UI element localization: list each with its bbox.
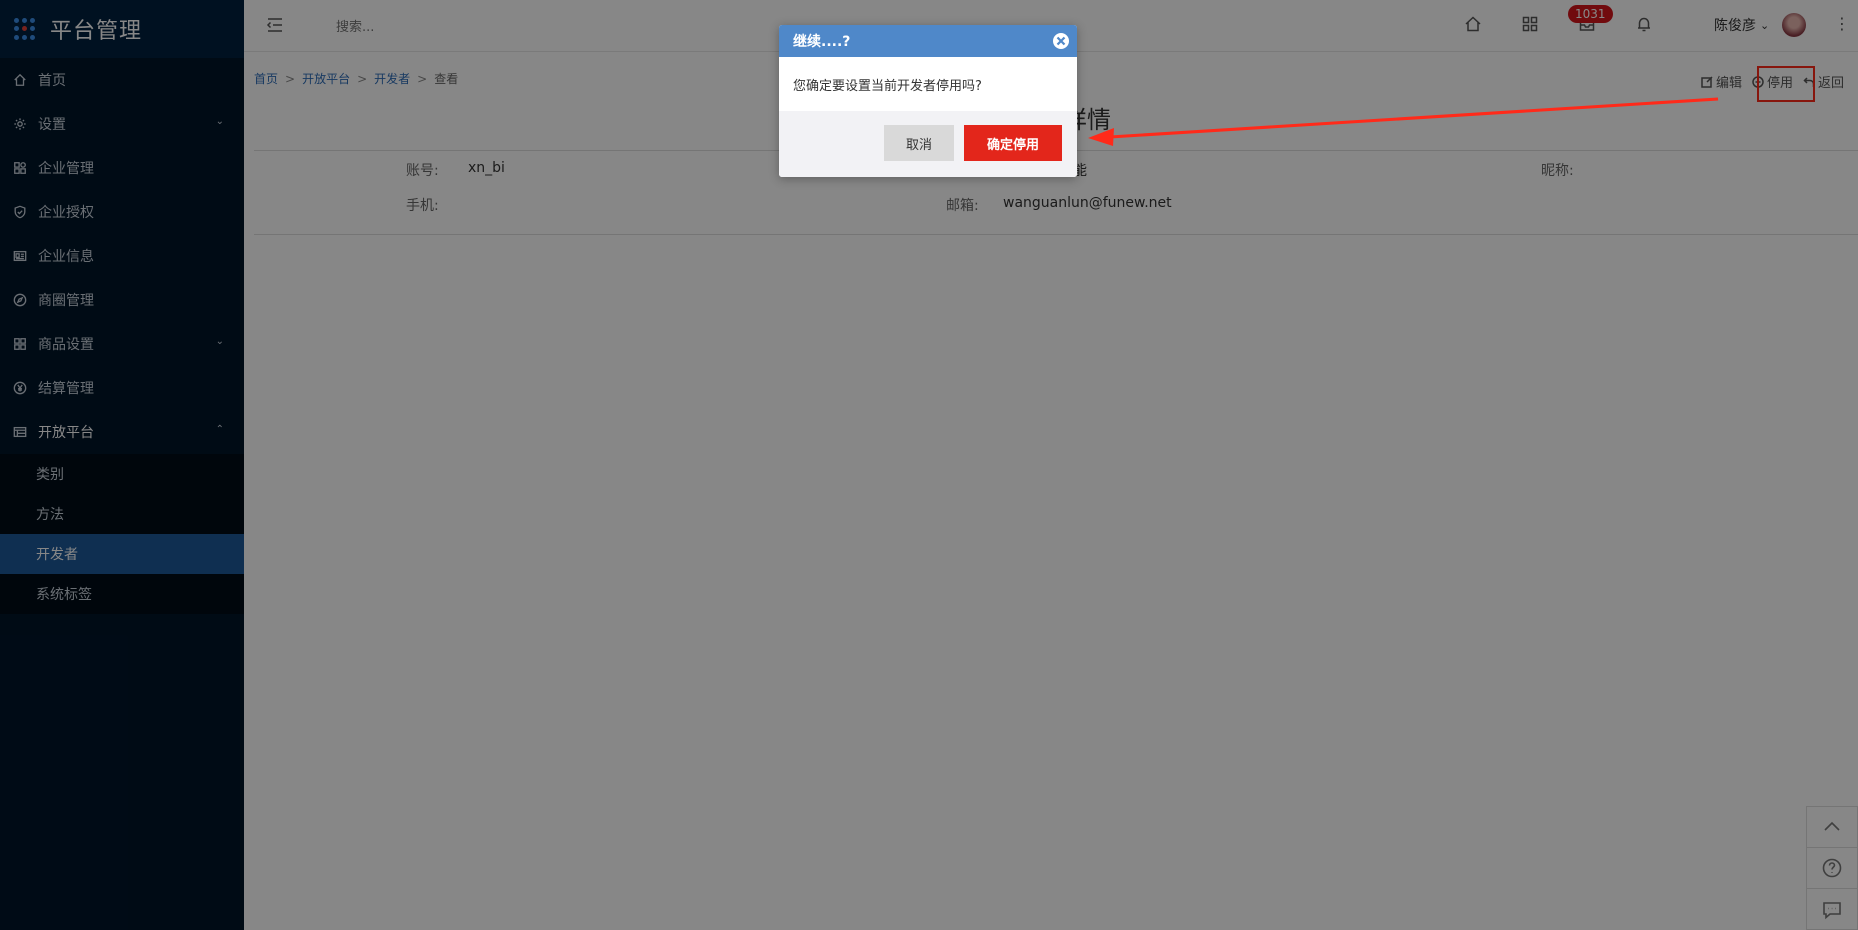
dialog-footer: 取消 确定停用	[779, 111, 1077, 177]
dialog-header: 继续....?	[779, 25, 1077, 57]
confirm-disable-button[interactable]: 确定停用	[964, 125, 1062, 161]
dialog-message: 您确定要设置当前开发者停用吗?	[793, 78, 982, 94]
cancel-button[interactable]: 取消	[884, 125, 954, 161]
close-icon[interactable]	[1053, 33, 1069, 49]
dialog-title: 继续....?	[793, 34, 851, 50]
confirm-dialog: 继续....? 您确定要设置当前开发者停用吗? 取消 确定停用	[779, 25, 1077, 177]
